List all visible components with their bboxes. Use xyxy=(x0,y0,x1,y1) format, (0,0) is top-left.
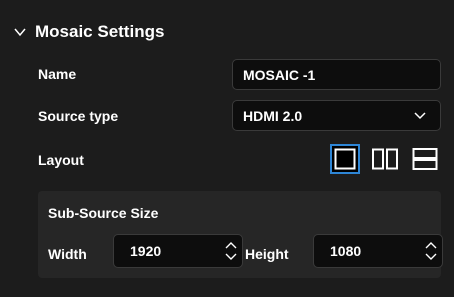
source-type-select[interactable]: HDMI 2.0 xyxy=(232,100,441,131)
name-field[interactable] xyxy=(232,59,441,90)
source-type-label: Source type xyxy=(38,108,119,124)
side-by-side-layout-icon xyxy=(372,148,398,170)
stepper-arrows-icon[interactable] xyxy=(224,240,238,262)
layout-options xyxy=(330,144,440,174)
section-header[interactable]: Mosaic Settings xyxy=(13,18,164,46)
name-input[interactable] xyxy=(233,66,440,83)
name-label: Name xyxy=(38,66,77,82)
chevron-down-icon[interactable] xyxy=(13,25,27,39)
stepper-arrows-icon[interactable] xyxy=(424,240,438,262)
width-value[interactable]: 1920 xyxy=(114,243,224,259)
section-title: Mosaic Settings xyxy=(35,22,165,41)
sub-source-size-title: Sub-Source Size xyxy=(48,205,159,221)
single-layout-icon xyxy=(334,148,356,170)
height-label: Height xyxy=(245,246,289,262)
height-spinbox[interactable]: 1080 xyxy=(313,234,443,268)
side-by-side-layout-button[interactable] xyxy=(370,144,400,174)
stacked-layout-icon xyxy=(412,148,438,170)
single-layout-button[interactable] xyxy=(330,144,360,174)
width-spinbox[interactable]: 1920 xyxy=(113,234,243,268)
mosaic-settings-panel: Mosaic Settings Name Source type HDMI 2.… xyxy=(0,0,454,297)
source-type-value: HDMI 2.0 xyxy=(243,107,303,124)
chevron-down-icon xyxy=(414,111,426,119)
layout-label: Layout xyxy=(38,152,84,168)
width-label: Width xyxy=(48,246,87,262)
stacked-layout-button[interactable] xyxy=(410,144,440,174)
sub-source-size-group: Sub-Source Size Width 1920 Height 1080 xyxy=(38,191,443,278)
height-value[interactable]: 1080 xyxy=(314,243,424,259)
